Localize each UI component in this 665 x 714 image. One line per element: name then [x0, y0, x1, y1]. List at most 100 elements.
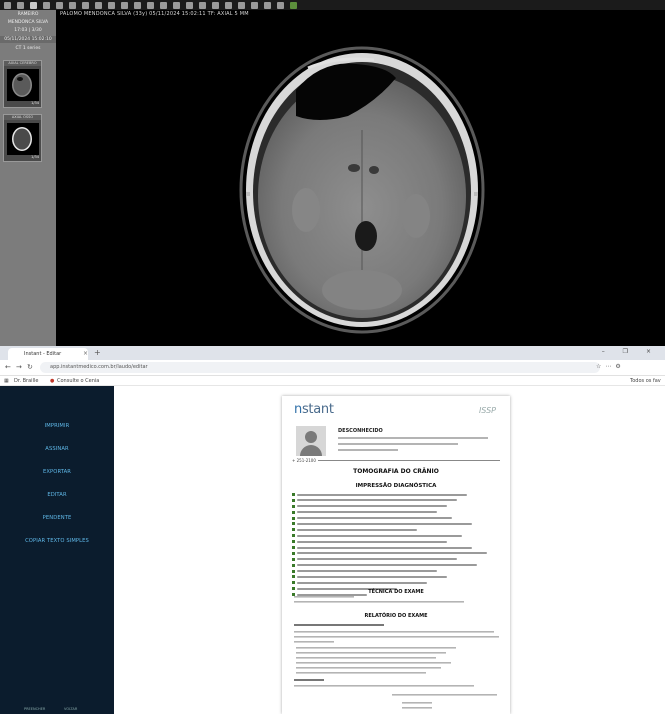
study-date: 05/11/2024 15:02:10	[0, 36, 56, 43]
pending-button[interactable]: PENDENTE	[0, 515, 114, 521]
series-thumbnail-1[interactable]: AXIAL CEREBRO 1/34	[3, 60, 42, 108]
impression-text	[297, 570, 437, 573]
bookmark-2[interactable]: Consulte o Cenia	[57, 378, 99, 384]
impression-checkbox-icon	[292, 581, 295, 585]
patient-name-line2: MENDONCA SILVA	[7, 20, 49, 25]
impression-text	[297, 575, 447, 578]
impression-checkbox-icon	[292, 546, 295, 550]
impression-checkbox-icon	[292, 540, 295, 544]
series-count: 1/34	[31, 101, 39, 105]
impression-text	[297, 522, 472, 525]
browser-window: Instant - Editar × + – ❐ × ← → ↻ app.ins…	[0, 346, 665, 714]
impression-text	[297, 534, 462, 537]
viewer-toolbar	[0, 0, 665, 10]
impression-text	[297, 581, 427, 584]
back-button[interactable]: VOLTAR	[64, 707, 77, 711]
sign-button[interactable]: ASSINAR	[0, 446, 114, 452]
reset-icon[interactable]	[173, 1, 180, 9]
flip-icon[interactable]	[147, 1, 154, 9]
study-info: PALOMO MENDONCA SILVA (33y) 05/11/2024 1…	[60, 11, 249, 17]
cine-icon[interactable]	[186, 1, 193, 9]
impression-checkbox-icon	[292, 569, 295, 573]
address-actions[interactable]: ☆⋯⚙	[596, 363, 625, 370]
mpr-icon[interactable]	[199, 1, 206, 9]
window-level-icon[interactable]	[56, 1, 63, 9]
impression-heading: IMPRESSÃO DIAGNÓSTICA	[355, 483, 437, 489]
all-bookmarks[interactable]: Todos os fav	[630, 378, 661, 384]
impression-text	[297, 517, 452, 520]
tab-title: Instant - Editar	[24, 351, 62, 357]
report-document: nstant ISSP DESCONHECIDO + 251-2100 TOMO…	[282, 396, 510, 714]
impression-checkbox-icon	[292, 522, 295, 526]
print-icon[interactable]	[251, 1, 258, 9]
back-icon[interactable]: ←	[5, 363, 11, 371]
series-label: AXIAL CEREBRO	[4, 61, 41, 66]
grid-icon[interactable]	[43, 1, 50, 9]
impression-text	[297, 558, 457, 561]
bookmark-1[interactable]: Dr. Braille	[14, 378, 38, 384]
impression-checkbox-icon	[292, 551, 295, 555]
window-controls[interactable]: – ❐ ×	[602, 348, 659, 355]
impression-list	[292, 492, 502, 598]
impression-checkbox-icon	[292, 498, 295, 502]
impression-checkbox-icon	[292, 563, 295, 567]
impression-checkbox-icon	[292, 510, 295, 514]
address-bar-row: ← → ↻ app.instantmedico.com.br/laudo/edi…	[0, 360, 665, 376]
series-count: 1/34	[31, 155, 39, 159]
edit-button[interactable]: EDITAR	[0, 492, 114, 498]
ct-axial-image	[239, 46, 485, 334]
invert-icon[interactable]	[160, 1, 167, 9]
fill-button[interactable]: PREENCHER	[24, 707, 45, 711]
series-panel: RAMEIRO MENDONCA SILVA 17:03 | 3/30 05/1…	[0, 10, 56, 346]
settings-icon[interactable]	[277, 1, 284, 9]
open-folder-icon[interactable]	[4, 1, 11, 9]
impression-checkbox-icon	[292, 528, 295, 532]
impression-text	[297, 540, 447, 543]
localizer-icon[interactable]	[212, 1, 219, 9]
impression-checkbox-icon	[292, 493, 295, 496]
report-icon[interactable]	[290, 1, 297, 9]
cross-icon[interactable]	[238, 1, 245, 9]
impression-text	[297, 564, 477, 567]
pan-icon[interactable]	[82, 1, 89, 9]
actions-sidebar: IMPRIMIR ASSINAR EXPORTAR EDITAR PENDENT…	[0, 386, 114, 714]
reload-icon[interactable]: ↻	[27, 363, 33, 371]
close-tab-icon[interactable]: ×	[83, 348, 88, 360]
modality-tab[interactable]: CT 1 series	[0, 45, 56, 52]
patient-name-line1: RAMEIRO	[17, 12, 39, 17]
bookmark-2-icon: ●	[50, 378, 55, 384]
url-input[interactable]: app.instantmedico.com.br/laudo/editar	[40, 362, 600, 373]
report-heading: RELATÓRIO DO EXAME	[364, 613, 428, 619]
impression-checkbox-icon	[292, 575, 295, 579]
bookmark-apps-icon[interactable]: ▦	[4, 378, 9, 384]
impression-text	[297, 505, 447, 508]
rotate-icon[interactable]	[134, 1, 141, 9]
angle-icon[interactable]	[121, 1, 128, 9]
download-icon[interactable]	[17, 1, 24, 9]
export-icon[interactable]	[264, 1, 271, 9]
impression-text	[297, 528, 417, 531]
text-annotation-icon[interactable]	[69, 1, 76, 9]
impression-text	[297, 493, 467, 496]
impression-text	[297, 511, 437, 514]
print-button[interactable]: IMPRIMIR	[0, 423, 114, 429]
export-button[interactable]: EXPORTAR	[0, 469, 114, 475]
technique-heading: TÉCNICA DO EXAME	[368, 589, 424, 595]
browser-tab[interactable]: Instant - Editar ×	[8, 348, 88, 360]
impression-checkbox-icon	[292, 557, 295, 561]
series-label: AXIAL OSSO	[4, 115, 41, 120]
ruler-icon[interactable]	[108, 1, 115, 9]
tab-bar: Instant - Editar × + – ❐ ×	[0, 346, 665, 360]
copy-plain-text-button[interactable]: COPIAR TEXTO SIMPLES	[0, 538, 114, 544]
measure-icon[interactable]	[225, 1, 232, 9]
forward-icon[interactable]: →	[16, 363, 22, 371]
dicom-viewer: PALOMO MENDONCA SILVA (33y) 05/11/2024 1…	[0, 0, 665, 346]
zoom-icon[interactable]	[95, 1, 102, 9]
layout-icon[interactable]	[30, 1, 37, 9]
bookmarks-bar: ▦ Dr. Braille ● Consulte o Cenia Todos o…	[0, 376, 665, 386]
series-thumbnail-2[interactable]: AXIAL OSSO 1/34	[3, 114, 42, 162]
screen: PALOMO MENDONCA SILVA (33y) 05/11/2024 1…	[0, 0, 665, 714]
patient-age-line: 17:03 | 3/30	[14, 28, 42, 33]
image-viewport[interactable]	[56, 20, 665, 346]
new-tab-icon[interactable]: +	[94, 348, 101, 357]
